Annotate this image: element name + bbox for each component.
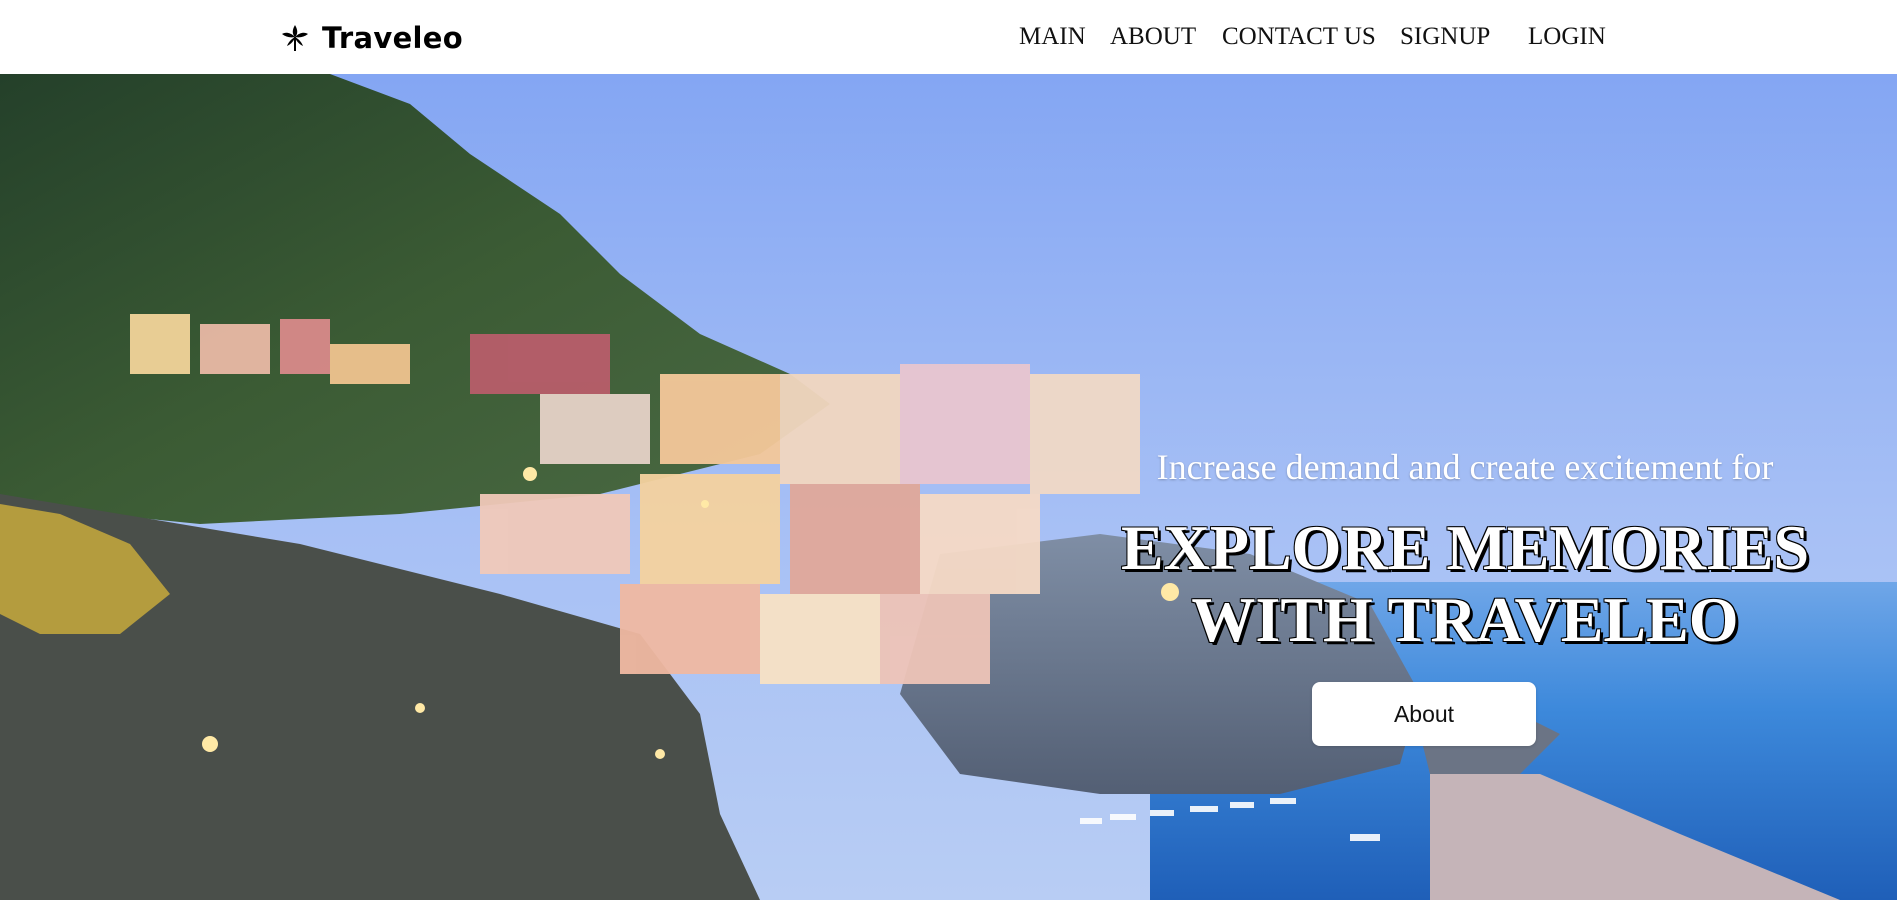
hero-headline-line-1: EXPLORE MEMORIES — [1120, 512, 1810, 583]
about-button[interactable]: About — [1312, 682, 1536, 746]
navbar: Traveleo MAIN ABOUT CONTACT US SIGNUP LO… — [0, 0, 1897, 74]
nav-link-contact-us[interactable]: CONTACT US — [1222, 20, 1376, 54]
hero-headline: EXPLORE MEMORIES WITH TRAVELEO — [1060, 512, 1870, 656]
leaf-icon — [282, 25, 308, 51]
hero-tagline: Increase demand and create excitement fo… — [1156, 447, 1774, 487]
brand-logo[interactable]: Traveleo — [278, 16, 463, 60]
nav-link-login[interactable]: LOGIN — [1528, 20, 1606, 54]
hero-section: Increase demand and create excitement fo… — [0, 74, 1897, 900]
nav-link-about[interactable]: ABOUT — [1110, 20, 1196, 54]
nav-link-main[interactable]: MAIN — [1019, 20, 1086, 54]
brand-name: Traveleo — [322, 21, 463, 55]
nav-link-signup[interactable]: SIGNUP — [1400, 20, 1490, 54]
hero-headline-line-2: WITH TRAVELEO — [1191, 584, 1739, 655]
